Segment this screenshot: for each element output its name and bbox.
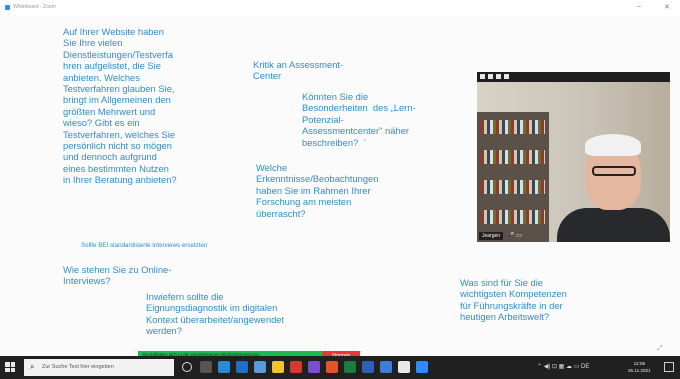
participant-name: Jeargen [479,232,504,240]
participant-video[interactable]: Jeargen 🎤 ▭ [477,72,670,242]
taskbar-clock[interactable]: 12:06 25.11.2021 [628,360,651,374]
note-website-question[interactable]: Auf Ihrer Website haben Sie Ihre vielen … [63,26,177,186]
note-online-interviews[interactable]: Wie stehen Sie zu Online- Interviews? [63,264,171,287]
bookshelf [477,112,549,242]
title-bar: Whiteboard - Zoom – ✕ [0,0,680,16]
video-toolbar [477,72,670,82]
minimize-icon[interactable]: – [637,3,641,10]
clock-date: 25.11.2021 [628,368,651,373]
zoom-app-icon [5,5,10,10]
edge-icon[interactable] [218,361,230,373]
window-title: Whiteboard - Zoom [13,4,56,10]
store-icon[interactable] [236,361,248,373]
note-assessment-center-critique[interactable]: Kritik an Assessment- Center [253,59,343,82]
note-research-findings[interactable]: Welche Erkenntnisse/Beobachtungen haben … [256,162,378,219]
expand-icon[interactable] [504,74,509,79]
participant-hair [585,134,641,156]
app-icon[interactable] [326,361,338,373]
note-lern-potenzial[interactable]: Könnten Sie die Besonderheiten des „Lern… [302,91,416,148]
chrome-icon[interactable] [398,361,410,373]
search-icon: ⌕ [30,362,35,371]
participant-body [557,208,670,242]
powerpoint-icon[interactable] [290,361,302,373]
note-interviews-replace[interactable]: Sollte BEI standardisierte Interviews er… [81,242,207,250]
windows-start-icon[interactable] [5,362,15,372]
word-icon[interactable] [362,361,374,373]
note-digital-diagnostics[interactable]: Inwiefern sollte die Eignungsdiagnostik … [146,291,284,337]
zoom-window: Whiteboard - Zoom – ✕ Auf Ihrer Website … [0,0,680,356]
taskbar-search-box[interactable]: ⌕ Zur Suche Text hier eingeben [24,359,174,376]
minimize-video-icon[interactable] [480,74,485,79]
explorer-icon[interactable] [272,361,284,373]
notification-icon[interactable] [664,362,674,372]
outlook-icon[interactable] [380,361,392,373]
gallery-icon[interactable] [488,74,493,79]
excel-icon[interactable] [344,361,356,373]
task-view-icon[interactable] [200,361,212,373]
glasses [592,166,636,176]
windows-taskbar: ⌕ Zur Suche Text hier eingeben ⌃ ◀) ⊡ ▦ … [0,356,680,379]
close-icon[interactable]: ✕ [664,3,670,11]
mic-icon: 🎤 ▭ [507,233,522,239]
cortana-icon[interactable] [182,362,192,372]
system-tray[interactable]: ⌃ ◀) ⊡ ▦ ☁ ▭ DE [537,363,589,370]
search-placeholder: Zur Suche Text hier eingeben [42,364,114,370]
onenote-icon[interactable] [308,361,320,373]
speaker-view-icon[interactable] [496,74,501,79]
clock-time: 12:06 [633,361,646,366]
note-leadership-competencies[interactable]: Was sind für Sie die wichtigsten Kompete… [460,277,567,323]
resize-icon[interactable]: ⤢ [657,345,663,353]
teams-icon[interactable] [254,361,266,373]
zoom-taskbar-icon[interactable] [416,361,428,373]
